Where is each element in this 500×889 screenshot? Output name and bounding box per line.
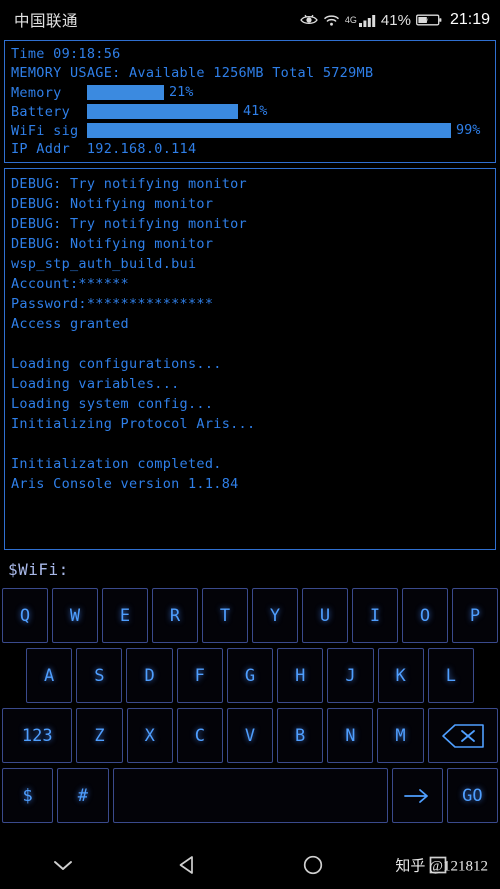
key-hash[interactable]: #: [57, 768, 109, 823]
console-line: Account:******: [11, 276, 129, 292]
battery-bar-track: 41%: [87, 102, 495, 121]
ip-address-line: IP Addr 192.168.0.114: [11, 141, 197, 157]
phone-screen: 中国联通 4G 41% 21:19 Time 09:18:56 MEMORY U…: [0, 0, 500, 889]
key-c[interactable]: C: [176, 708, 223, 763]
key-arrow-right[interactable]: [391, 768, 443, 823]
console-line: Loading system config...: [11, 396, 214, 412]
key-w[interactable]: W: [52, 588, 98, 643]
wifi-bar-percent: 99%: [456, 122, 481, 138]
back-icon: [177, 854, 199, 876]
battery-bar-label: Battery: [11, 103, 70, 120]
console-line: wsp_stp_auth_build.bui: [11, 256, 197, 272]
console-line: DEBUG: Try notifying monitor: [11, 216, 247, 232]
home-icon: [302, 854, 324, 876]
key-e[interactable]: E: [102, 588, 148, 643]
battery-bar-row: Battery 41%: [5, 102, 495, 121]
key-numeric-mode[interactable]: 123: [2, 708, 73, 763]
network-type-label: 4G: [344, 15, 357, 25]
arrow-right-icon: [402, 787, 432, 805]
key-space[interactable]: [112, 768, 388, 823]
chevron-down-icon: [51, 857, 75, 873]
key-x[interactable]: X: [126, 708, 173, 763]
eye-icon: [300, 13, 318, 27]
key-g[interactable]: G: [226, 648, 274, 703]
key-y[interactable]: Y: [252, 588, 298, 643]
key-l[interactable]: L: [427, 648, 474, 703]
key-m[interactable]: M: [377, 708, 424, 763]
key-go[interactable]: GO: [446, 768, 498, 823]
status-icons: 4G 41% 21:19: [300, 11, 490, 29]
wifi-bar-track: 99%: [87, 121, 495, 140]
navigation-bar: 知乎 @121812: [0, 841, 500, 889]
console-line: DEBUG: Notifying monitor: [11, 196, 214, 212]
battery-bar-fill: [87, 104, 238, 119]
keyboard-row-2: ASDFGHJKL: [2, 648, 498, 703]
wifi-bar-label: WiFi sig: [11, 122, 79, 139]
key-b[interactable]: B: [277, 708, 324, 763]
nav-back-button[interactable]: [125, 854, 250, 876]
console-line: DEBUG: Try notifying monitor: [11, 176, 247, 192]
console-line: DEBUG: Notifying monitor: [11, 236, 214, 252]
key-r[interactable]: R: [152, 588, 198, 643]
console-line: Password:***************: [11, 296, 214, 312]
prompt-label: $WiFi:: [8, 559, 69, 579]
key-u[interactable]: U: [302, 588, 348, 643]
key-s[interactable]: S: [76, 648, 123, 703]
key-n[interactable]: N: [327, 708, 374, 763]
command-prompt[interactable]: $WiFi:: [0, 550, 500, 588]
console-line: Initializing Protocol Aris...: [11, 416, 256, 432]
key-v[interactable]: V: [226, 708, 274, 763]
carrier-label: 中国联通: [14, 13, 79, 30]
keyboard-row-3: 123 ZXCVBNM: [2, 708, 498, 763]
keyboard-row-4: $ # GO: [2, 768, 498, 823]
key-d[interactable]: D: [126, 648, 173, 703]
key-h[interactable]: H: [277, 648, 324, 703]
on-screen-keyboard[interactable]: QWERTYUIOP ASDFGHJKL 123 ZXCVBNM $ # GO: [0, 588, 500, 823]
key-t[interactable]: T: [202, 588, 248, 643]
console-line: Loading variables...: [11, 376, 180, 392]
key-p[interactable]: P: [452, 588, 498, 643]
battery-percent-label: 41%: [380, 11, 411, 29]
wifi-bar-fill: [87, 123, 451, 138]
console-line: Aris Console version 1.1.84: [11, 476, 239, 492]
console-output-panel[interactable]: DEBUG: Try notifying monitor DEBUG: Notif…: [4, 168, 496, 550]
nav-hide-keyboard-button[interactable]: [0, 857, 125, 873]
key-i[interactable]: I: [352, 588, 398, 643]
battery-bar-percent: 41%: [243, 103, 268, 119]
memory-bar-fill: [87, 85, 164, 100]
memory-bar-track: 21%: [87, 83, 495, 102]
memory-usage-line: MEMORY USAGE: Available 1256MB Total 572…: [11, 65, 374, 81]
key-o[interactable]: O: [402, 588, 448, 643]
key-backspace[interactable]: [427, 708, 498, 763]
key-a[interactable]: A: [26, 648, 73, 703]
clock-label: 21:19: [449, 11, 490, 28]
key-j[interactable]: J: [327, 648, 374, 703]
system-stats-panel: Time 09:18:56 MEMORY USAGE: Available 12…: [4, 40, 496, 163]
key-dollar[interactable]: $: [2, 768, 54, 823]
time-line: Time 09:18:56: [11, 46, 121, 62]
key-q[interactable]: Q: [2, 588, 48, 643]
nav-home-button[interactable]: [250, 854, 375, 876]
memory-bar-label: Memory: [11, 84, 62, 101]
console-line: Loading configurations...: [11, 356, 222, 372]
wifi-bar-row: WiFi sig 99%: [5, 121, 495, 140]
status-bar: 中国联通 4G 41% 21:19: [0, 0, 500, 40]
key-k[interactable]: K: [377, 648, 424, 703]
watermark-label: 知乎 @121812: [395, 858, 488, 875]
wifi-icon: [323, 13, 340, 27]
signal-bars-icon: [358, 13, 376, 27]
memory-bar-percent: 21%: [169, 84, 194, 100]
console-line: Initialization completed.: [11, 456, 222, 472]
keyboard-row-1: QWERTYUIOP: [2, 588, 498, 643]
battery-icon: [416, 13, 442, 27]
key-z[interactable]: Z: [76, 708, 123, 763]
memory-bar-row: Memory 21%: [5, 83, 495, 102]
console-line: Access granted: [11, 316, 129, 332]
key-f[interactable]: F: [176, 648, 223, 703]
backspace-icon: [441, 723, 485, 749]
